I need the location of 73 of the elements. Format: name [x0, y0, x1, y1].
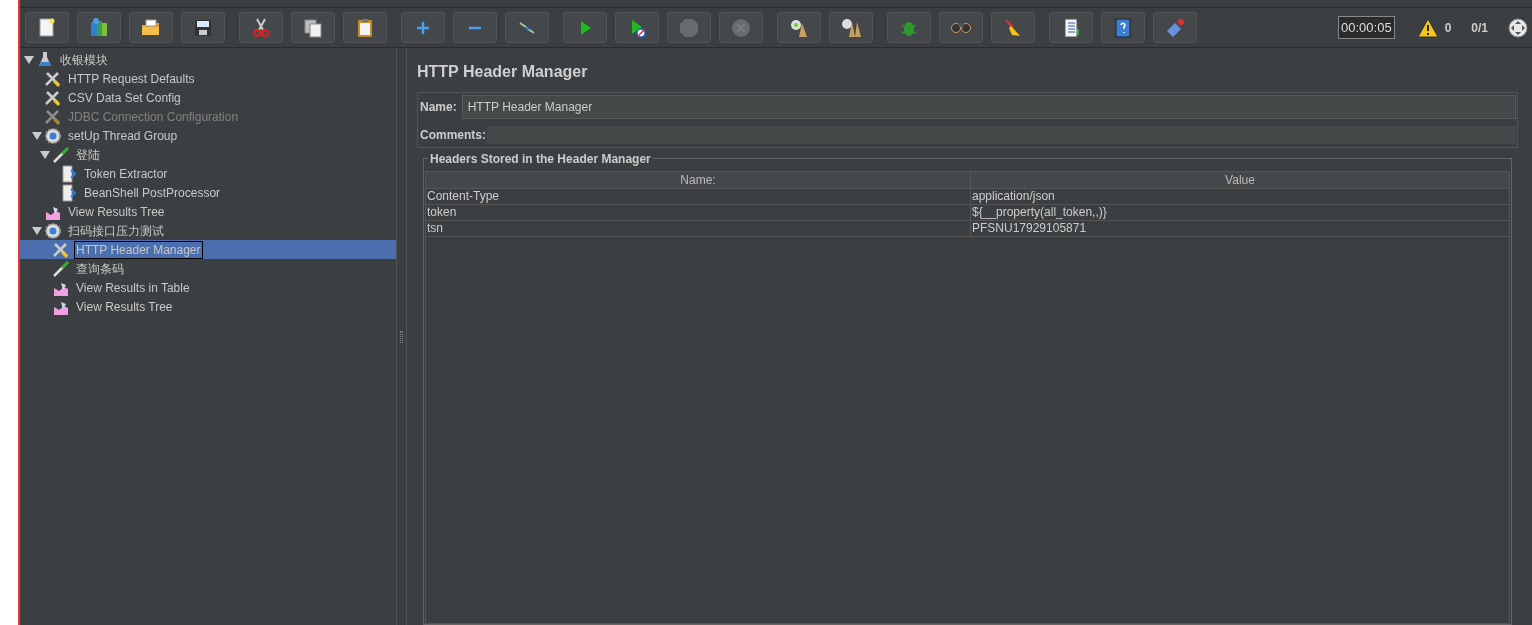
table-cell-text: PFSNU17929105871: [971, 221, 1088, 236]
warning-icon: [1416, 17, 1439, 38]
document-arrow-icon: [60, 164, 78, 183]
help-book-icon: [1112, 16, 1134, 39]
table-cell: token: [426, 205, 971, 220]
comments-label: Comments:: [419, 127, 487, 144]
toggle-wand-button[interactable]: [505, 12, 549, 43]
remote-start-button[interactable]: [1153, 12, 1197, 43]
bug-button[interactable]: [887, 12, 931, 43]
tree-node-label[interactable]: View Results Tree: [74, 297, 175, 316]
broom-button[interactable]: [991, 12, 1035, 43]
tree-node-label[interactable]: HTTP Request Defaults: [66, 69, 197, 88]
play-no-timer-button[interactable]: [615, 12, 659, 43]
wrench-screwdriver-icon: [44, 69, 62, 88]
tree-node-label[interactable]: Token Extractor: [82, 164, 170, 183]
thread-count: 0/1: [1471, 19, 1488, 37]
new-document-button[interactable]: [25, 12, 69, 43]
plus-button[interactable]: [401, 12, 445, 43]
shutdown-icon: [730, 16, 752, 39]
copy-button[interactable]: [291, 12, 335, 43]
collapse-arrow-icon[interactable]: [30, 225, 44, 236]
clipboard-button[interactable]: [343, 12, 387, 43]
column-header[interactable]: Value: [971, 172, 1509, 188]
play-button[interactable]: [563, 12, 607, 43]
minus-icon: [468, 25, 482, 30]
panel-title: HTTP Header Manager: [417, 62, 589, 82]
collapse-arrow-icon[interactable]: [30, 130, 44, 141]
remote-engines-icon[interactable]: [1508, 17, 1528, 38]
scissors-button[interactable]: [239, 12, 283, 43]
gear-icon: [44, 126, 62, 145]
binoculars-button[interactable]: [939, 12, 983, 43]
document-arrow-icon: [60, 183, 78, 202]
tree-node-label[interactable]: setUp Thread Group: [66, 126, 180, 145]
table-cell: tsn: [426, 221, 971, 236]
floppy-disk-button[interactable]: [181, 12, 225, 43]
binoculars-icon: [951, 22, 971, 33]
table-cell-text: ${__property(all_token,,)}: [971, 205, 1108, 220]
flask-icon: [36, 50, 54, 69]
wrench-screwdriver-icon: [52, 240, 70, 259]
tree-node-label[interactable]: 收银模块: [58, 50, 110, 69]
gear-icon: [44, 221, 62, 240]
elapsed-time: 00:00:05: [1338, 15, 1395, 40]
wrench-screwdriver-icon: [44, 107, 62, 126]
gear-broom-button[interactable]: [777, 12, 821, 43]
collapse-arrow-icon[interactable]: [22, 54, 36, 65]
folder-button[interactable]: [129, 12, 173, 43]
notebook-button[interactable]: [1049, 12, 1093, 43]
tree-node-label[interactable]: CSV Data Set Config: [66, 88, 183, 107]
comments-field[interactable]: [487, 126, 1516, 144]
gear-brooms-button[interactable]: [829, 12, 873, 43]
tree-node-label[interactable]: View Results in Table: [74, 278, 192, 297]
table-cell-text: application/json: [971, 189, 1056, 204]
warning-count: 0: [1444, 19, 1452, 37]
splitter-grip-icon[interactable]: [400, 330, 403, 343]
copy-icon: [302, 16, 324, 39]
column-header[interactable]: Name:: [426, 172, 971, 188]
tree-node-label[interactable]: 扫码接口压力测试: [66, 221, 166, 240]
wrench-screwdriver-icon: [44, 88, 62, 107]
collapse-arrow-icon[interactable]: [38, 149, 52, 160]
name-field[interactable]: HTTP Header Manager: [461, 95, 1516, 119]
name-label: Name:: [419, 99, 458, 116]
tree-node-label[interactable]: 登陆: [74, 145, 102, 164]
tree-node-label[interactable]: 查询条码: [74, 259, 126, 278]
help-book-button[interactable]: [1101, 12, 1145, 43]
pipette-icon: [52, 145, 70, 164]
book-stack-icon: [88, 16, 110, 39]
pipette-icon: [52, 259, 70, 278]
table-cell: Content-Type: [426, 189, 971, 204]
stop-sign-icon: [678, 16, 700, 39]
tree-node-label[interactable]: BeanShell PostProcessor: [82, 183, 223, 202]
book-stack-button[interactable]: [77, 12, 121, 43]
scissors-icon: [250, 16, 272, 39]
tree-node-label[interactable]: View Results Tree: [66, 202, 167, 221]
